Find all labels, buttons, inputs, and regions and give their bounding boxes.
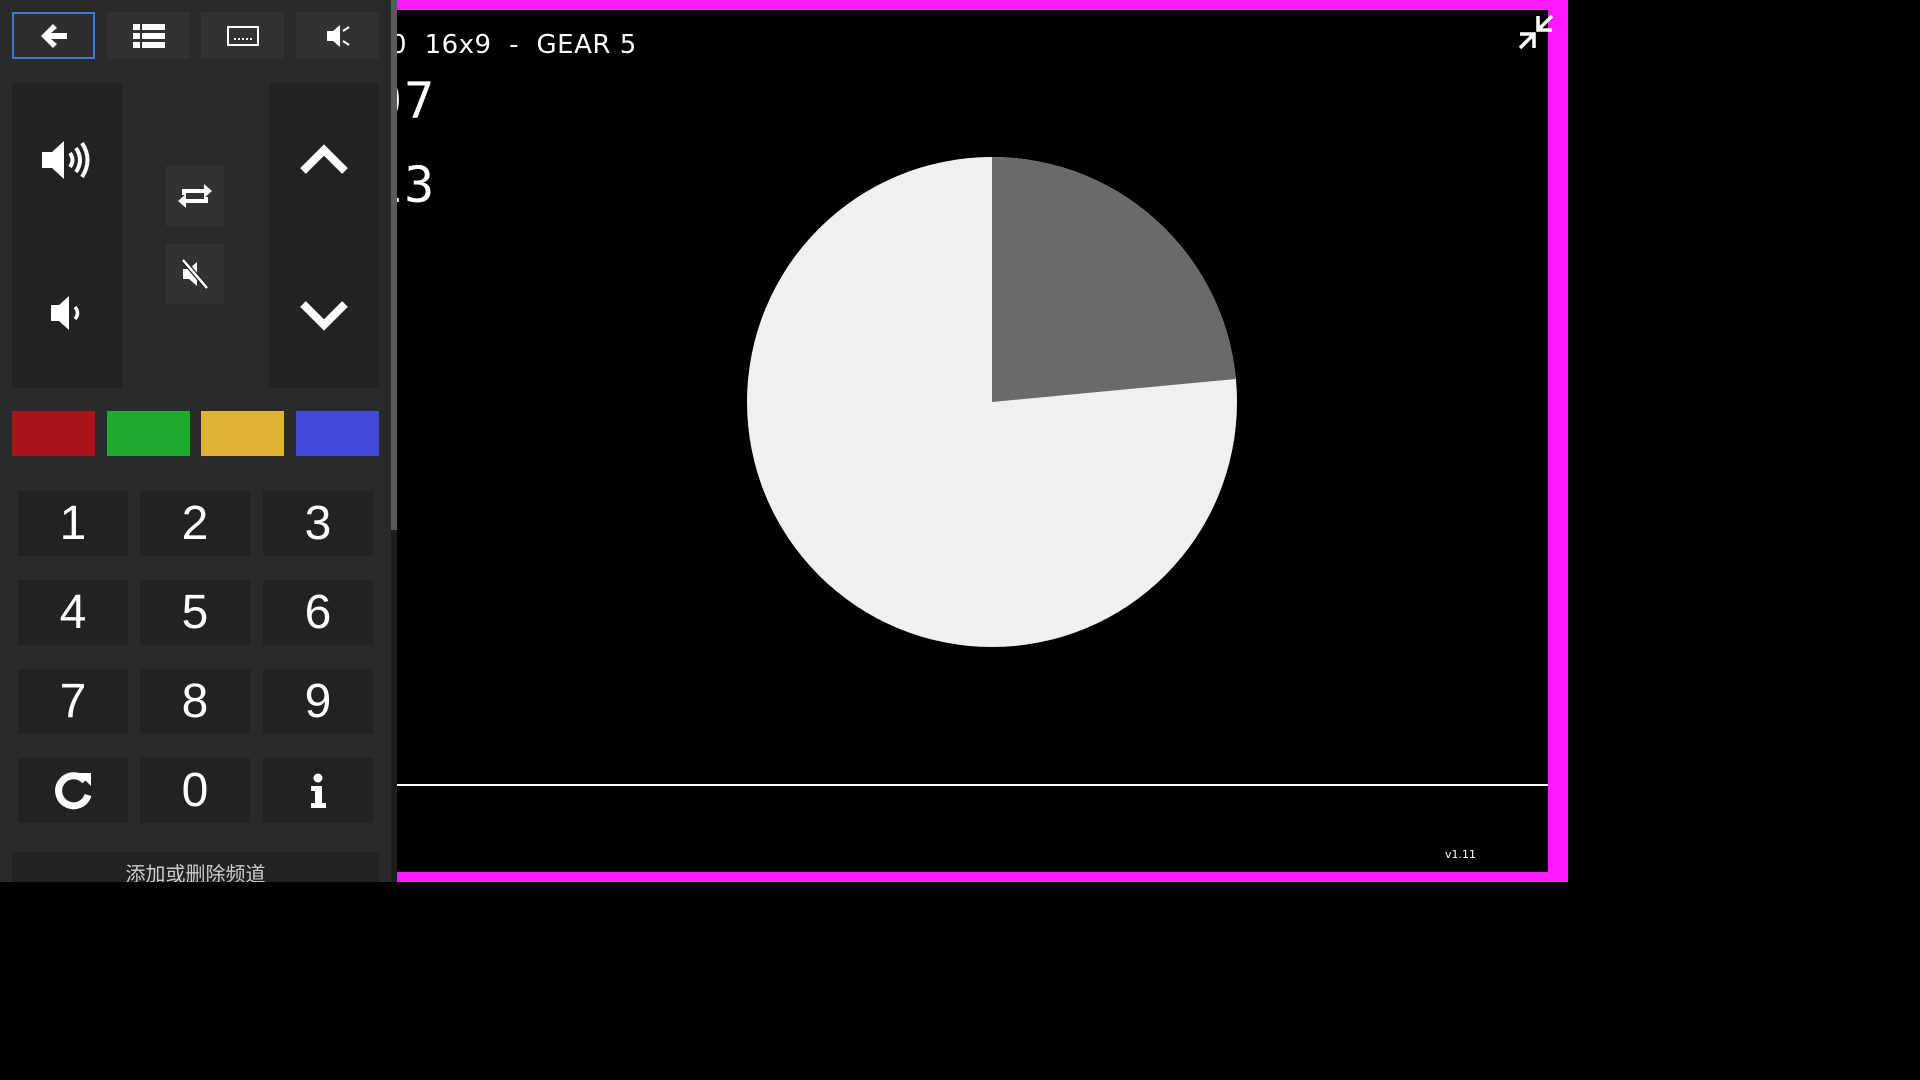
info-icon [308,773,328,809]
mute-icon [179,258,211,290]
reload-icon [51,769,95,813]
edit-channels-label: 添加或删除频道 [125,862,266,882]
chevron-down-icon [299,298,349,332]
red-button[interactable] [12,411,95,456]
audio-track-button[interactable] [296,12,379,59]
volume-down-button[interactable] [12,275,122,350]
swap-channel-button[interactable] [166,166,224,226]
reload-button[interactable] [18,758,128,823]
back-arrow-icon [39,22,69,50]
blue-button[interactable] [296,411,379,456]
remote-scrollbar[interactable] [391,0,397,882]
subtitles-icon [226,25,259,46]
info-button[interactable] [263,758,373,823]
menu-list-button[interactable] [107,12,190,59]
exit-fullscreen-icon[interactable] [1516,12,1556,56]
key-6[interactable]: 6 [263,580,373,645]
volume-down-icon [47,293,87,333]
yellow-button[interactable] [201,411,284,456]
key-2[interactable]: 2 [140,491,250,556]
back-button[interactable] [12,12,95,59]
scrollbar-thumb[interactable] [391,0,397,530]
key-4[interactable]: 4 [18,580,128,645]
swap-icon [176,181,214,211]
divider-line [397,784,1548,786]
mute-button[interactable] [166,244,224,304]
key-5[interactable]: 5 [140,580,250,645]
speaker-icon [324,22,352,50]
video-title: 0 16x9 - GEAR 5 [397,30,637,60]
chevron-up-icon [299,143,349,177]
key-9[interactable]: 9 [263,669,373,734]
channel-up-button[interactable] [269,120,379,200]
version-label: v1.11 [1445,848,1477,861]
remote-control-panel: 1 2 3 4 5 6 7 8 9 0 添加或删除频道 [0,0,391,882]
channel-down-button[interactable] [269,275,379,355]
subtitles-button[interactable] [201,12,284,59]
frame-counter-1: 07 [397,72,437,130]
frame-counter-2: 13 [397,156,437,214]
key-7[interactable]: 7 [18,669,128,734]
edit-channels-button[interactable]: 添加或删除频道 [12,852,379,882]
key-0[interactable]: 0 [140,758,250,823]
key-3[interactable]: 3 [263,491,373,556]
key-1[interactable]: 1 [18,491,128,556]
test-pattern-pie [747,157,1237,647]
pie-slice [992,157,1236,402]
volume-up-button[interactable] [12,120,122,200]
list-icon [132,23,165,49]
volume-up-icon [40,138,94,182]
key-8[interactable]: 8 [140,669,250,734]
green-button[interactable] [107,411,190,456]
